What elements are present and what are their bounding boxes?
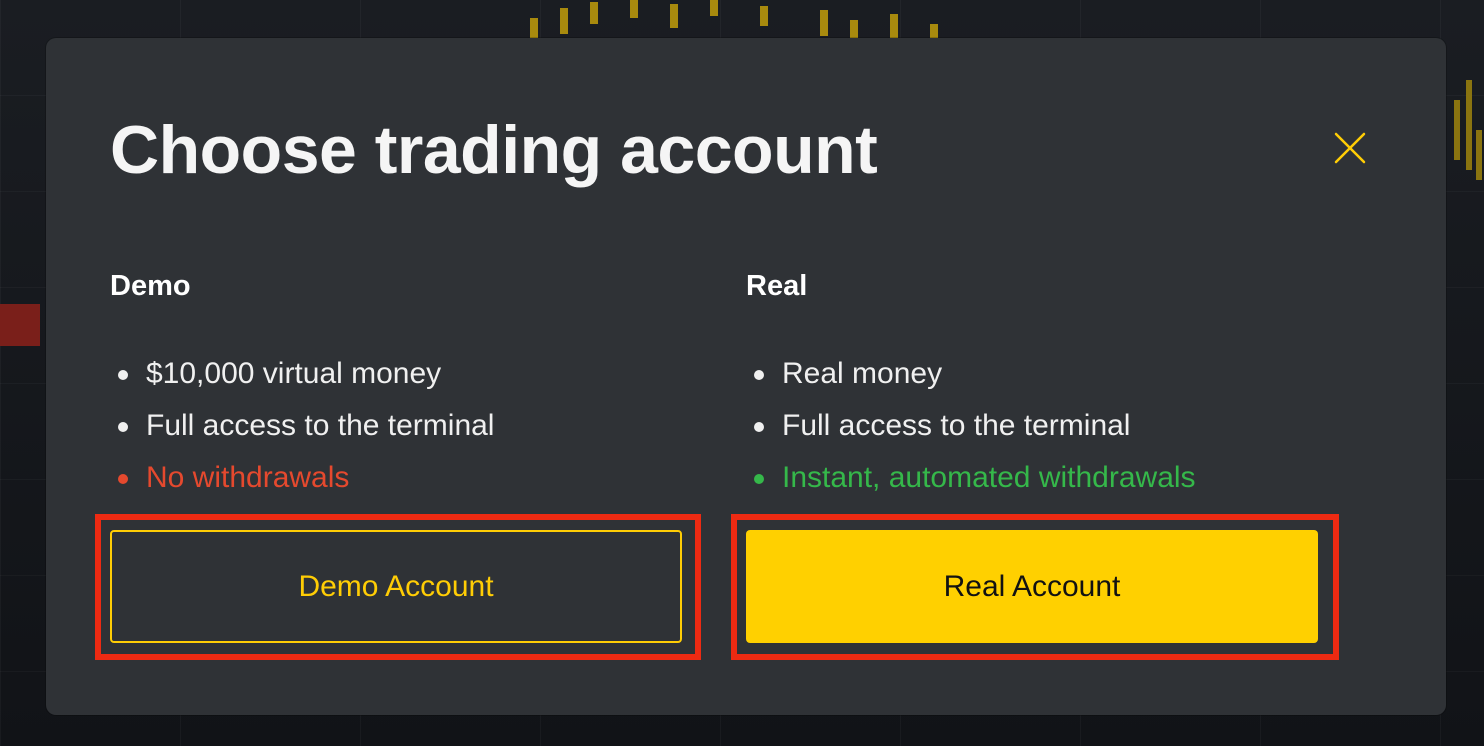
- real-account-button[interactable]: Real Account: [746, 530, 1318, 643]
- real-account-button-label: Real Account: [943, 569, 1121, 603]
- feature-text: $10,000 virtual money: [146, 357, 442, 390]
- list-item: Real money: [746, 348, 1196, 400]
- feature-text: Instant, automated withdrawals: [782, 461, 1196, 494]
- close-button[interactable]: [1332, 130, 1368, 166]
- real-account-column: Real Real money Full access to the termi…: [746, 268, 1196, 504]
- bullet-icon: [754, 474, 764, 484]
- demo-account-button[interactable]: Demo Account: [110, 530, 682, 643]
- feature-text: No withdrawals: [146, 461, 350, 494]
- feature-text: Full access to the terminal: [146, 409, 495, 442]
- list-item: Full access to the terminal: [746, 400, 1196, 452]
- dialog-title: Choose trading account: [110, 112, 878, 188]
- demo-features-list: $10,000 virtual money Full access to the…: [110, 348, 494, 504]
- bullet-icon: [118, 370, 128, 380]
- demo-heading: Demo: [110, 270, 191, 302]
- background-right-candles: [1446, 0, 1484, 746]
- bullet-icon: [118, 474, 128, 484]
- close-icon: [1334, 132, 1366, 164]
- choose-account-dialog: Choose trading account Demo $10,000 virt…: [46, 38, 1446, 715]
- demo-account-column: Demo $10,000 virtual money Full access t…: [110, 268, 494, 504]
- feature-text: Full access to the terminal: [782, 409, 1131, 442]
- list-item: $10,000 virtual money: [110, 348, 494, 400]
- bullet-icon: [118, 422, 128, 432]
- list-item: No withdrawals: [110, 452, 494, 504]
- list-item: Instant, automated withdrawals: [746, 452, 1196, 504]
- real-heading: Real: [746, 270, 808, 302]
- list-item: Full access to the terminal: [110, 400, 494, 452]
- bullet-icon: [754, 370, 764, 380]
- demo-account-button-label: Demo Account: [298, 569, 494, 603]
- bullet-icon: [754, 422, 764, 432]
- background-candles: [520, 0, 940, 40]
- feature-text: Real money: [782, 357, 943, 390]
- real-features-list: Real money Full access to the terminal I…: [746, 348, 1196, 504]
- background-price-marker: [0, 304, 40, 346]
